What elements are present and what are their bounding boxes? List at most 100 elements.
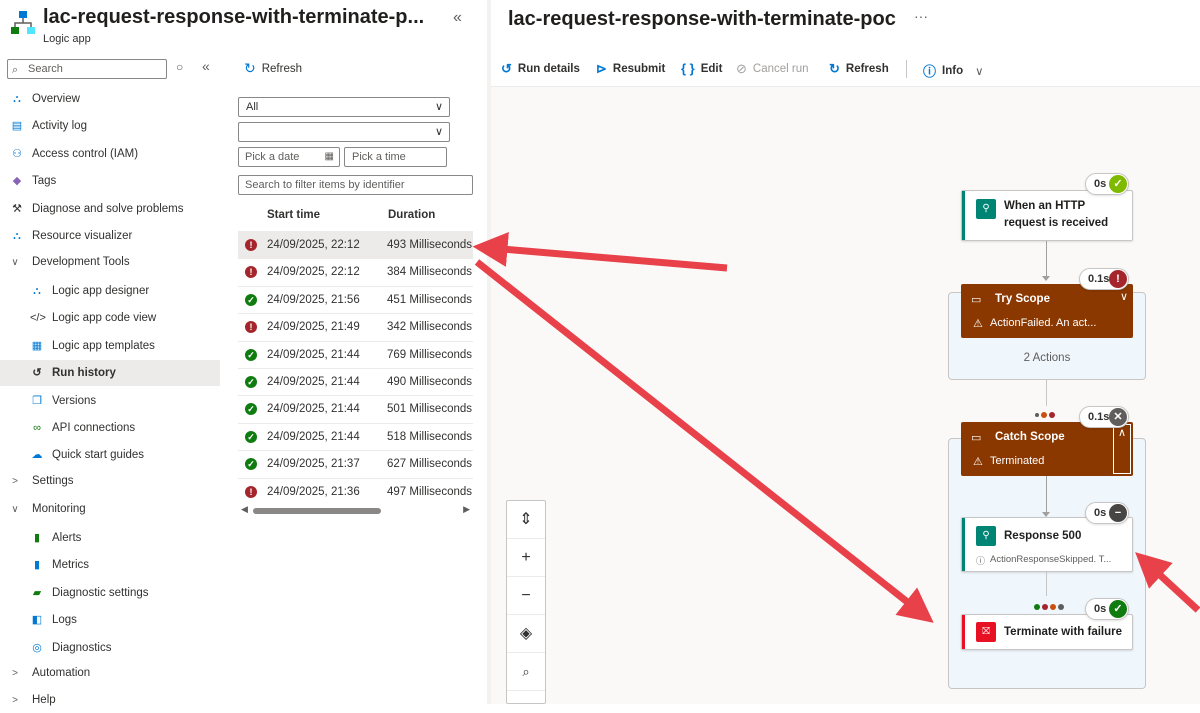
cancel-run-button[interactable]: ⊘ Cancel run [736, 61, 809, 77]
sidebar-item-logic-app-designer[interactable]: ⛬ Logic app designer [0, 278, 220, 304]
runs-refresh-label: Refresh [261, 62, 303, 75]
sidebar-item-label: Logic app designer [52, 285, 150, 297]
table-row[interactable]: ✓ 24/09/2025, 21:44 501 Milliseconds [238, 395, 473, 422]
time-picker[interactable]: Pick a time [344, 147, 447, 167]
scroll-left-icon[interactable]: ◀ [241, 504, 248, 515]
date-picker[interactable]: Pick a date ▦ [238, 147, 340, 167]
run-details-label: Run details [517, 63, 580, 75]
table-row[interactable]: ✓ 24/09/2025, 21:44 769 Milliseconds [238, 340, 473, 368]
table-row[interactable]: ! 24/09/2025, 22:12 493 Milliseconds [238, 231, 473, 258]
sidebar-item-versions[interactable]: ❐ Versions [0, 388, 220, 414]
more-options-button[interactable]: ··· [914, 8, 928, 24]
sidebar-item-metrics[interactable]: ▮ Metrics [0, 552, 220, 578]
scrollbar-thumb[interactable] [253, 508, 381, 514]
column-header-start-time[interactable]: Start time [267, 209, 320, 221]
run-start-time: 24/09/2025, 21:44 [267, 403, 360, 416]
sidebar-item-label: Settings [32, 475, 74, 487]
sidebar-item-diagnostics[interactable]: ◎ Diagnostics [0, 635, 220, 661]
response-title: Response 500 [1004, 530, 1082, 542]
sidebar-item-logic-app-code-view[interactable]: </> Logic app code view [0, 305, 220, 331]
template-icon: ▦ [31, 340, 43, 352]
sidebar-item-resource-visualizer[interactable]: ⛬ Resource visualizer [0, 223, 220, 249]
search-icon[interactable]: ⌕ [507, 653, 545, 691]
table-row[interactable]: ✓ 24/09/2025, 21:56 451 Milliseconds [238, 285, 473, 313]
scroll-right-icon[interactable]: ▶ [463, 504, 470, 515]
time-placeholder: Pick a time [352, 151, 406, 163]
sidebar-item-development-tools[interactable]: ∨ Development Tools [0, 249, 220, 275]
toolbar-refresh-label: Refresh [845, 63, 889, 75]
table-row[interactable]: ✓ 24/09/2025, 21:37 627 Milliseconds [238, 450, 473, 477]
edit-button[interactable]: { } Edit [681, 61, 722, 76]
table-row[interactable]: ✓ 24/09/2025, 21:44 490 Milliseconds [238, 368, 473, 395]
collapse-chevron-icon[interactable]: ∨ [1120, 290, 1128, 303]
trigger-card[interactable]: ⚲ When an HTTP request is received [961, 190, 1133, 241]
fit-view-icon[interactable]: ◈ [507, 615, 545, 653]
history-icon: ↺ [32, 367, 42, 379]
succeeded-icon: ✓ [245, 348, 257, 361]
response-500-card[interactable]: ⚲ Response 500 ⓘ ActionResponseSkipped. … [961, 517, 1133, 572]
sidebar-item-logs[interactable]: ◧ Logs [0, 607, 220, 633]
sidebar-item-settings[interactable]: > Settings [0, 468, 220, 494]
column-header-duration[interactable]: Duration [388, 209, 435, 221]
people-icon: ⚇ [12, 148, 22, 160]
collapse-chevron-icon[interactable]: ∧ [1113, 424, 1131, 474]
connector-arrow [1042, 276, 1050, 281]
run-duration: 501 Milliseconds [387, 403, 473, 416]
sidebar-item-access-control-iam[interactable]: ⚇ Access control (IAM) [0, 141, 220, 167]
sidebar-item-quick-start-guides[interactable]: ☁ Quick start guides [0, 442, 220, 468]
horizontal-scrollbar[interactable]: ◀ ▶ [238, 504, 473, 517]
sidebar-item-logic-app-templates[interactable]: ▦ Logic app templates [0, 333, 220, 359]
table-row[interactable]: ✓ 24/09/2025, 21:44 518 Milliseconds [238, 422, 473, 450]
sidebar-item-run-history[interactable]: ↺ Run history [0, 360, 220, 386]
sidebar-item-overview[interactable]: ⛬ Overview [0, 86, 220, 112]
run-duration: 769 Milliseconds [387, 348, 473, 361]
sidebar-item-label: Alerts [52, 532, 82, 544]
secondary-filter-dropdown[interactable]: ∨ [238, 122, 450, 142]
collapse-blade-button[interactable]: « [453, 9, 462, 27]
sidebar-item-activity-log[interactable]: ▤ Activity log [0, 113, 220, 139]
sidebar-item-label: Activity log [32, 120, 87, 132]
try-scope-summary[interactable]: 2 Actions [949, 352, 1145, 364]
search-options-button[interactable]: ○ [176, 60, 183, 74]
chevron-right-icon: > [12, 667, 18, 679]
catch-scope-status: Terminated [990, 455, 1045, 467]
card-accent [962, 615, 965, 649]
table-row[interactable]: ! 24/09/2025, 22:12 384 Milliseconds [238, 258, 473, 285]
failed-icon: ! [245, 321, 257, 334]
fit-height-icon[interactable]: ⇕ [507, 501, 545, 539]
activity-log-icon: ▤ [11, 120, 23, 132]
identifier-filter-input[interactable]: Search to filter items by identifier [238, 175, 473, 195]
zoom-out-icon[interactable]: − [507, 577, 545, 615]
resubmit-button[interactable]: ⊳ Resubmit [596, 61, 665, 77]
sidebar-item-automation[interactable]: > Automation [0, 660, 220, 686]
sidebar-item-monitoring[interactable]: ∨ Monitoring [0, 496, 220, 522]
sidebar-item-diagnose-and-solve-problems[interactable]: ⚒ Diagnose and solve problems [0, 196, 220, 222]
dot [1049, 412, 1055, 418]
try-scope-duration-badge: 0.1s ! [1079, 268, 1129, 290]
sidebar-item-help[interactable]: > Help [0, 687, 220, 713]
sidebar-item-label: Help [32, 694, 56, 706]
toolbar-refresh-button[interactable]: ↻ Refresh [829, 61, 889, 77]
failed-icon: ! [245, 239, 257, 251]
try-scope-header[interactable]: ▭ Try Scope ∨ ⚠ ActionFailed. An act... [961, 284, 1133, 338]
dot [1041, 412, 1047, 418]
sidebar-item-api-connections[interactable]: ∞ API connections [0, 415, 220, 441]
run-details-button[interactable]: ↺ Run details [501, 61, 580, 77]
collapse-menu-button[interactable]: « [202, 58, 210, 74]
catch-scope-header[interactable]: ▭ Catch Scope ∧ ⚠ Terminated [961, 422, 1133, 476]
search-input[interactable]: ⌕ Search [7, 59, 167, 79]
succeeded-icon: ✓ [245, 430, 257, 443]
zoom-in-icon[interactable]: + [507, 539, 545, 577]
identifier-filter-placeholder: Search to filter items by identifier [245, 179, 405, 191]
sidebar-item-alerts[interactable]: ▮ Alerts [0, 525, 220, 551]
scope-icon: ▭ [971, 432, 982, 444]
table-row[interactable]: ! 24/09/2025, 21:49 342 Milliseconds [238, 313, 473, 340]
terminate-duration-badge: 0s ✓ [1085, 598, 1129, 620]
table-row[interactable]: ! 24/09/2025, 21:36 497 Milliseconds [238, 477, 473, 505]
trigger-title-line2: request is received [1004, 217, 1109, 229]
status-filter-dropdown[interactable]: All ∨ [238, 97, 450, 117]
sidebar-item-tags[interactable]: ◆ Tags [0, 168, 220, 194]
info-button[interactable]: ⓘ Info ∨ [923, 61, 984, 80]
sidebar-item-diagnostic-settings[interactable]: ▰ Diagnostic settings [0, 580, 220, 606]
runs-refresh-button[interactable]: ↻ Refresh [244, 60, 302, 77]
